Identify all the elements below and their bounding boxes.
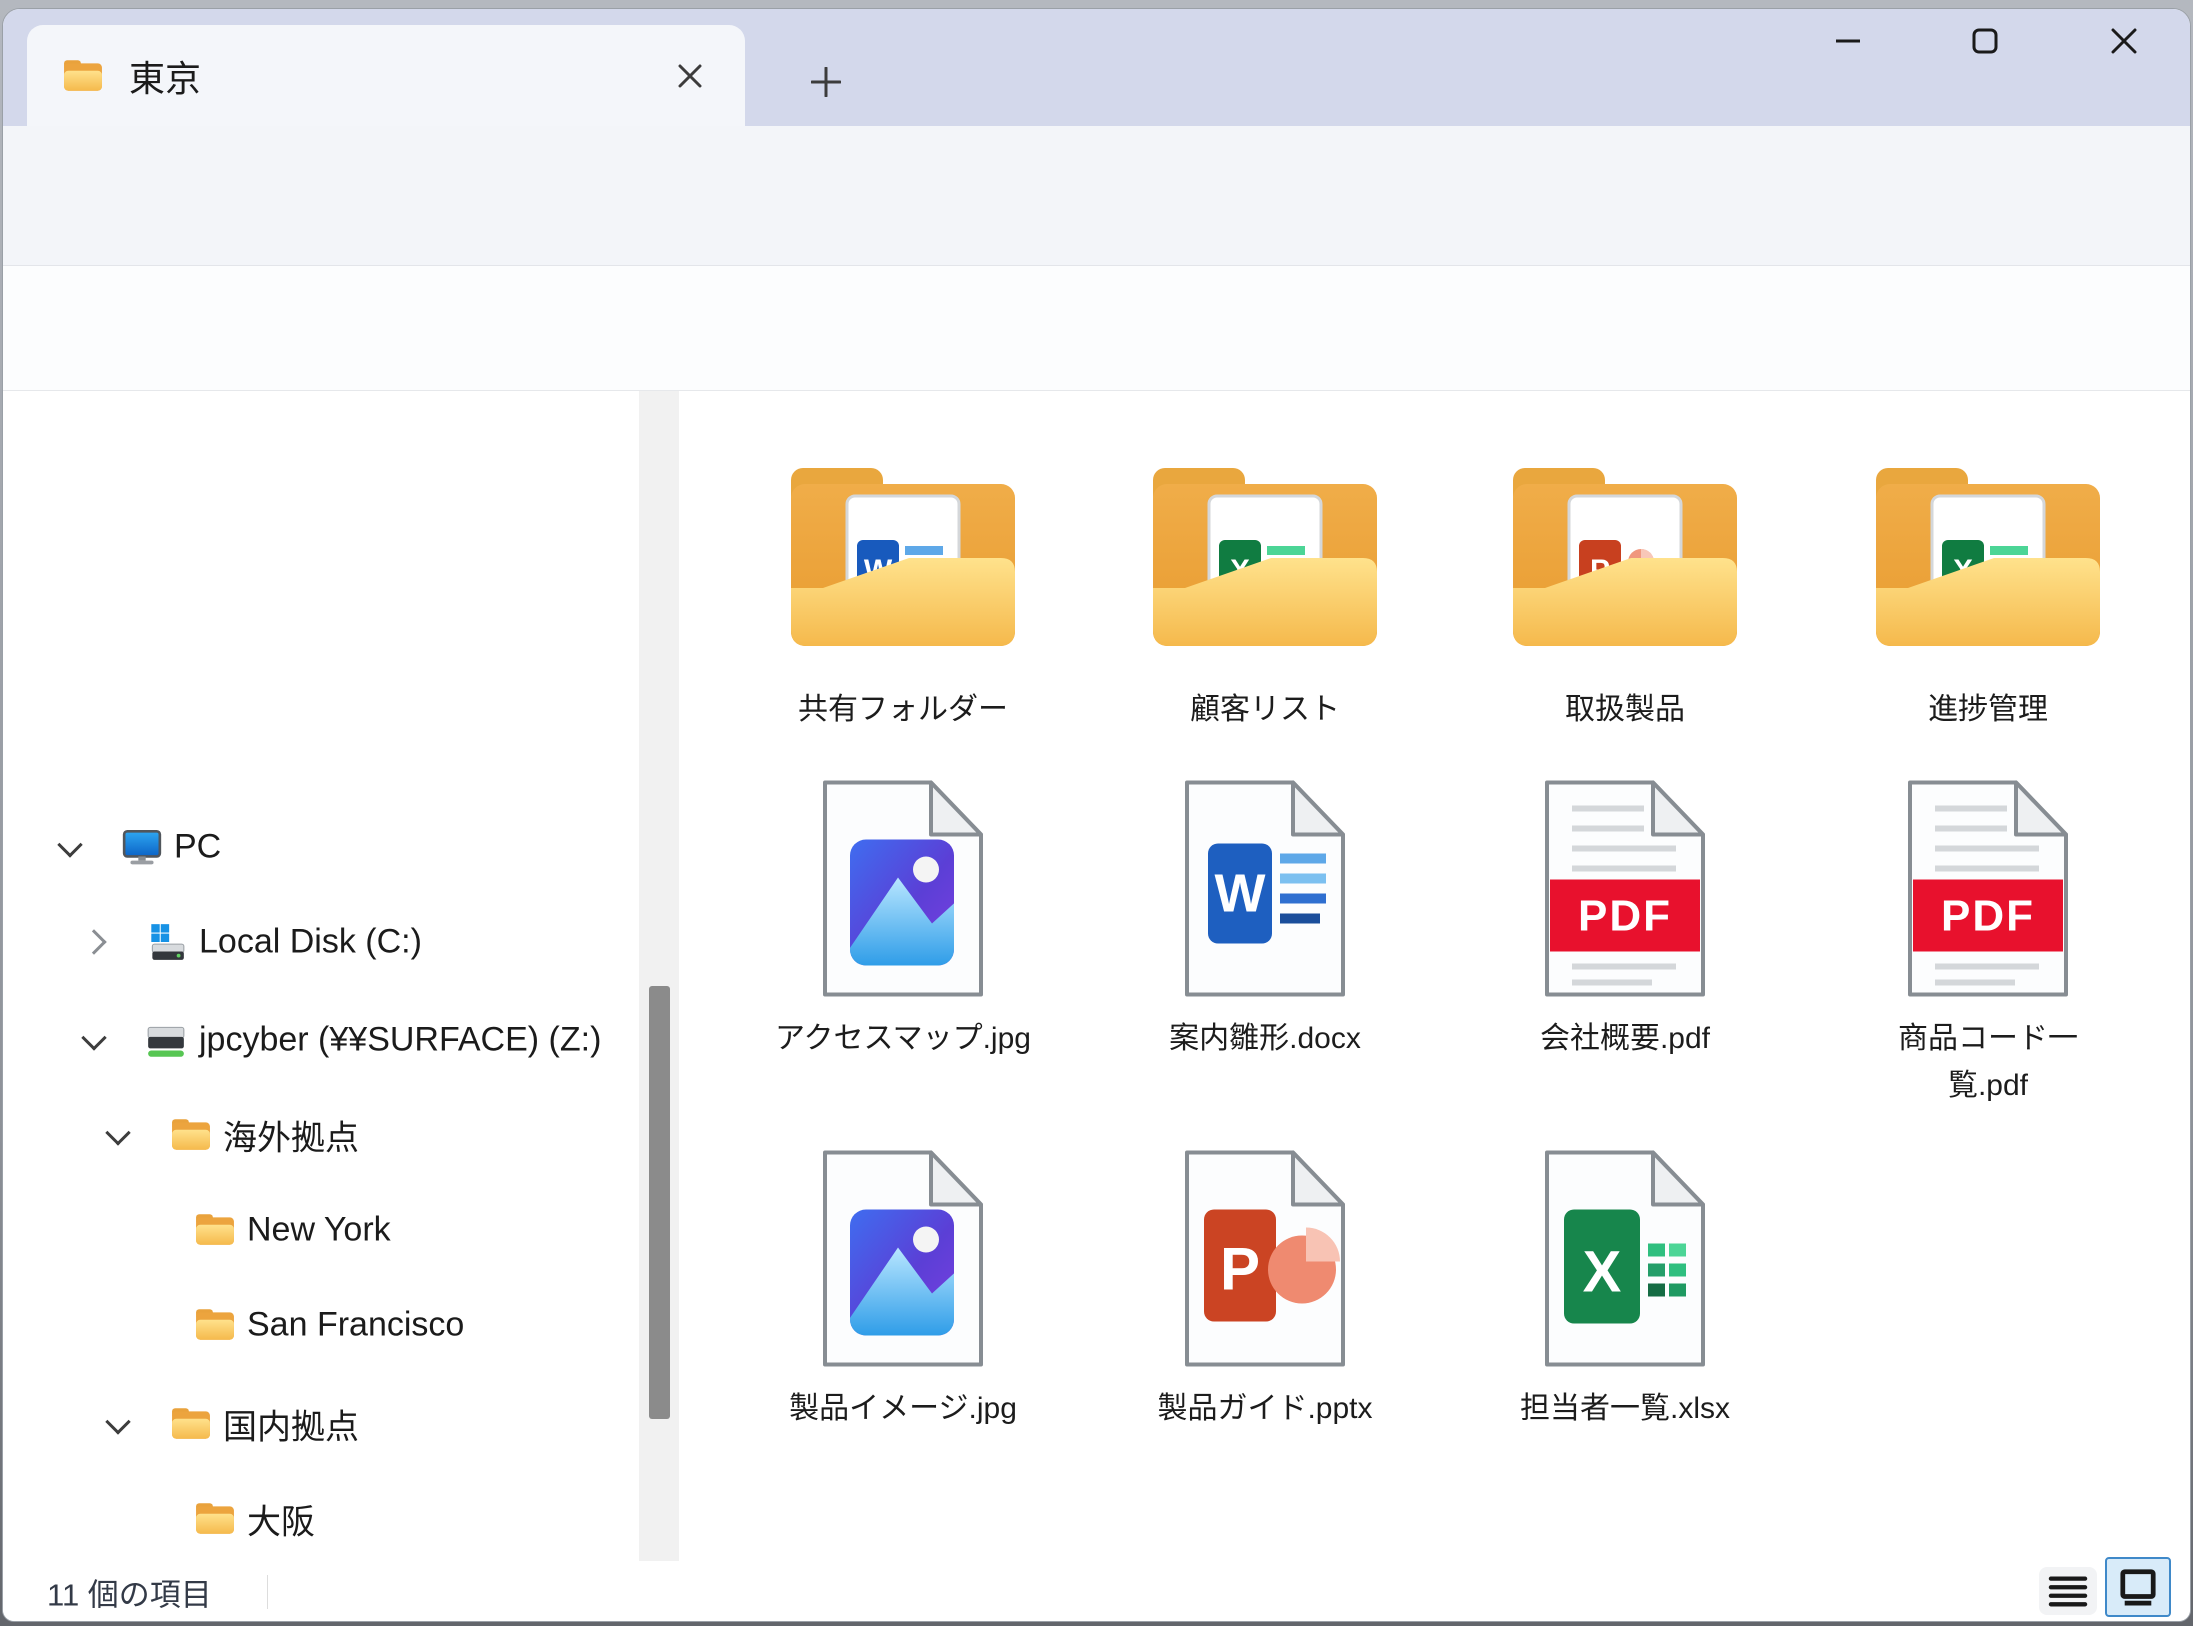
chevron-down-icon[interactable] <box>57 832 82 857</box>
svg-text:W: W <box>1215 864 1266 924</box>
sidebar-item-label: PC <box>174 828 221 867</box>
plus-icon <box>811 67 841 97</box>
file-tile-annai-docx[interactable]: W 案内雛形.docx <box>1100 776 1430 1062</box>
sidebar-item-jpcyber-z[interactable]: jpcyber (¥¥SURFACE) (Z:) <box>11 993 633 1087</box>
tab-title: 東京 <box>129 50 201 102</box>
file-label: 会社概要.pdf <box>1540 1015 1710 1062</box>
minimize-icon <box>1835 38 1861 44</box>
svg-text:PDF: PDF <box>1941 892 2035 941</box>
file-tile-shouhin-code-pdf[interactable]: PDF 商品コード一覧.pdf <box>1823 776 2153 1109</box>
excel-file-icon: X <box>1542 1146 1708 1371</box>
folder-excel-icon: X <box>1872 466 2104 652</box>
file-tile-seihin-image[interactable]: 製品イメージ.jpg <box>738 1146 1068 1432</box>
file-tile-seihin-guide-pptx[interactable]: P 製品ガイド.pptx <box>1100 1146 1430 1432</box>
powerpoint-file-icon: P <box>1182 1146 1348 1371</box>
sidebar-item-label: jpcyber (¥¥SURFACE) (Z:) <box>199 1021 601 1060</box>
file-tile-accessmap[interactable]: アクセスマップ.jpg <box>738 776 1068 1062</box>
folder-powerpoint-icon: P <box>1509 466 1741 652</box>
folder-icon <box>171 1407 211 1441</box>
sidebar-item-label: New York <box>247 1211 391 1250</box>
minimize-button[interactable] <box>1816 17 1880 65</box>
sidebar-item-label: Local Disk (C:) <box>199 923 422 962</box>
sidebar-item-label: 大阪 <box>247 1495 315 1544</box>
file-label: 担当者一覧.xlsx <box>1520 1385 1730 1432</box>
folder-tile-shared[interactable]: W 共有フォルダー <box>738 466 1068 733</box>
sidebar-item-kokunai-kyoten[interactable]: 国内拠点 <box>11 1377 633 1471</box>
folder-tile-progress[interactable]: X 進捗管理 <box>1823 466 2153 733</box>
chevron-down-icon[interactable] <box>105 1409 130 1434</box>
chevron-down-icon[interactable] <box>105 1120 130 1145</box>
sidebar-item-label: San Francisco <box>247 1306 464 1345</box>
local-disk-icon <box>145 922 187 962</box>
command-toolbar: 新規作成 <box>3 126 2190 266</box>
folder-icon <box>195 1308 235 1342</box>
status-bar: 11 個の項目 <box>3 1561 2190 1622</box>
folder-icon <box>63 59 103 93</box>
sidebar-scrollbar[interactable] <box>639 391 679 1561</box>
close-window-button[interactable] <box>2092 17 2156 65</box>
chevron-right-icon[interactable] <box>81 929 106 954</box>
close-icon <box>678 64 702 88</box>
file-tile-tantousha-xlsx[interactable]: X 担当者一覧.xlsx <box>1460 1146 1790 1432</box>
folder-tile-products[interactable]: P 取扱製品 <box>1460 466 1790 733</box>
folder-label: 取扱製品 <box>1565 686 1685 733</box>
large-icons-view-button[interactable] <box>2105 1557 2171 1617</box>
sidebar-item-label: 海外拠点 <box>223 1111 359 1160</box>
folder-excel-icon: X <box>1149 466 1381 652</box>
file-label: 製品ガイド.pptx <box>1157 1385 1372 1432</box>
main-area: PC Local Disk (C:) <box>3 391 2190 1561</box>
details-view-button[interactable] <box>2039 1567 2097 1615</box>
chevron-down-icon[interactable] <box>81 1025 106 1050</box>
pc-icon <box>121 827 163 867</box>
pdf-file-icon: PDF <box>1905 776 2071 1001</box>
file-label: 案内雛形.docx <box>1169 1015 1361 1062</box>
sidebar-item-osaka[interactable]: 大阪 <box>11 1472 633 1566</box>
svg-text:PDF: PDF <box>1578 892 1672 941</box>
item-count: 11 個の項目 <box>47 1570 212 1615</box>
status-divider <box>267 1575 268 1609</box>
pdf-file-icon: PDF <box>1542 776 1708 1001</box>
svg-text:P: P <box>1220 1236 1260 1303</box>
sidebar-item-new-york[interactable]: New York <box>11 1183 633 1277</box>
svg-text:X: X <box>1583 1240 1622 1305</box>
tab-tokyo[interactable]: 東京 <box>27 25 745 126</box>
scrollbar-thumb[interactable] <box>649 986 670 1419</box>
sidebar-item-san-francisco[interactable]: San Francisco <box>11 1278 633 1372</box>
file-explorer-window: 東京 <box>2 8 2191 1622</box>
address-row: « 国内拠点 › 東京 <box>3 266 2190 391</box>
word-file-icon: W <box>1182 776 1348 1001</box>
folder-icon <box>171 1118 211 1152</box>
list-view-icon <box>2047 1572 2089 1610</box>
folder-word-icon: W <box>787 466 1019 652</box>
file-label: 商品コード一覧.pdf <box>1862 1015 2114 1109</box>
sidebar-item-local-disk-c[interactable]: Local Disk (C:) <box>11 895 633 989</box>
folder-icon <box>195 1502 235 1536</box>
maximize-button[interactable] <box>1953 17 2017 65</box>
sidebar-item-pc[interactable]: PC <box>11 800 633 894</box>
folder-label: 共有フォルダー <box>798 686 1008 733</box>
folder-tile-customers[interactable]: X 顧客リスト <box>1100 466 1430 733</box>
file-label: アクセスマップ.jpg <box>775 1015 1031 1062</box>
title-bar: 東京 <box>3 9 2190 126</box>
file-label: 製品イメージ.jpg <box>789 1385 1017 1432</box>
tab-close-button[interactable] <box>667 53 713 99</box>
folder-label: 進捗管理 <box>1928 686 2048 733</box>
sidebar-item-kaigai-kyoten[interactable]: 海外拠点 <box>11 1088 633 1182</box>
new-tab-button[interactable] <box>799 55 853 109</box>
image-file-icon <box>820 1146 986 1371</box>
folder-icon <box>195 1213 235 1247</box>
maximize-icon <box>1972 28 1998 54</box>
file-tile-kaisha-pdf[interactable]: PDF 会社概要.pdf <box>1460 776 1790 1062</box>
folder-label: 顧客リスト <box>1190 686 1340 733</box>
close-icon <box>2111 28 2137 54</box>
sidebar-item-label: 国内拠点 <box>223 1400 359 1449</box>
large-icons-view-icon <box>2117 1568 2159 1606</box>
image-file-icon <box>820 776 986 1001</box>
network-drive-icon <box>145 1020 187 1060</box>
